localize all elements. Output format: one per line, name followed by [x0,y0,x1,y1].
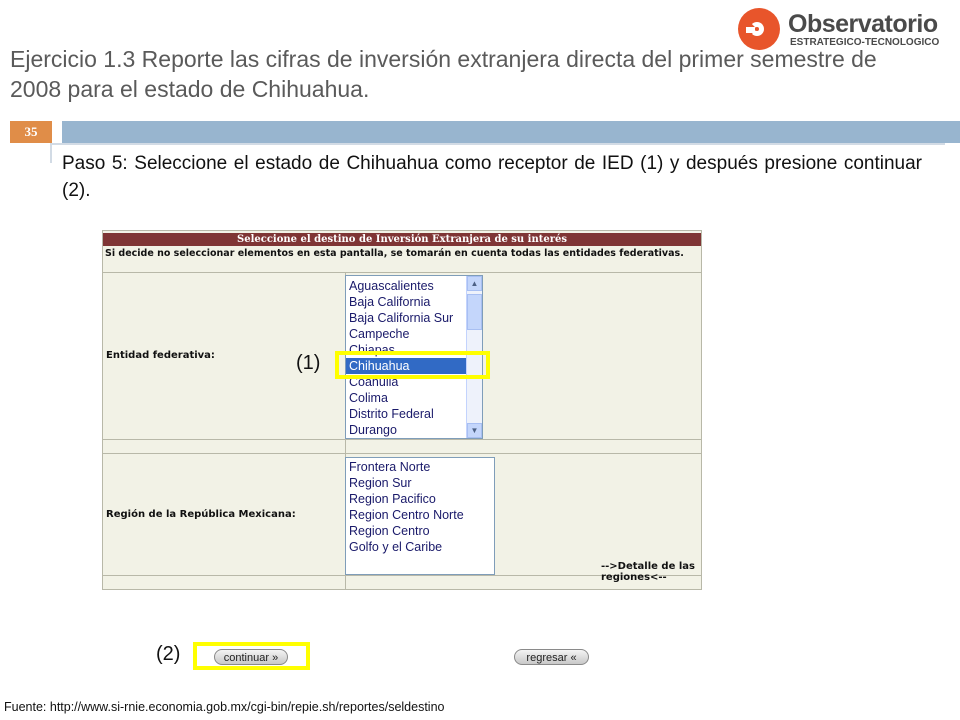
region-detail-link[interactable]: -->Detalle de las regiones<-- [601,561,701,583]
region-listbox[interactable]: Frontera Norte Region Sur Region Pacific… [345,457,495,575]
entidad-option[interactable]: Aguascalientes [346,278,482,294]
entidad-label: Entidad federativa: [106,350,215,361]
region-option[interactable]: Region Pacifico [346,491,494,507]
logo-arrow-head [746,27,755,33]
callout-two: (2) [156,643,181,665]
regresar-label: regresar [526,652,568,664]
region-option[interactable]: Region Centro Norte [346,507,494,523]
source-citation: Fuente: http://www.si-rnie.economia.gob.… [4,700,445,714]
double-chevron-left-icon: « [570,652,577,664]
scroll-down-icon[interactable]: ▼ [467,423,482,438]
entidad-option[interactable]: Durango [346,422,482,438]
scroll-up-icon[interactable]: ▲ [467,276,482,291]
region-option[interactable]: Region Centro [346,523,494,539]
slide-title: Ejercicio 1.3 Reporte las cifras de inve… [10,46,877,102]
step-instructions: Paso 5: Seleccione el estado de Chihuahu… [62,153,922,201]
scroll-thumb[interactable] [467,294,482,330]
divider-left [50,143,52,163]
entidad-option[interactable]: Baja California Sur [346,310,482,326]
form-note: Si decide no seleccionar elementos en es… [105,248,684,259]
row-divider [103,453,701,454]
slide-number: 35 [10,121,52,143]
region-option[interactable]: Frontera Norte [346,459,494,475]
divider [50,143,945,145]
entidad-option[interactable]: Campeche [346,326,482,342]
entidad-option[interactable]: Baja California [346,294,482,310]
callout-one: (1) [296,352,321,374]
region-option[interactable]: Golfo y el Caribe [346,539,494,555]
row-divider [103,272,701,273]
logo-name: Observatorio [788,10,938,38]
entidad-option[interactable]: Distrito Federal [346,406,482,422]
region-options: Frontera Norte Region Sur Region Pacific… [346,458,494,555]
region-label: Región de la República Mexicana: [106,509,296,520]
regresar-button[interactable]: regresar « [514,649,589,665]
form-header: Seleccione el destino de Inversión Extra… [103,233,701,246]
destination-form: Seleccione el destino de Inversión Extra… [102,230,702,590]
row-divider [103,439,701,440]
entidad-option[interactable]: Colima [346,390,482,406]
highlight-chihuahua [335,351,490,379]
region-option[interactable]: Region Sur [346,475,494,491]
highlight-continuar [193,642,310,670]
header-bar [62,121,960,143]
